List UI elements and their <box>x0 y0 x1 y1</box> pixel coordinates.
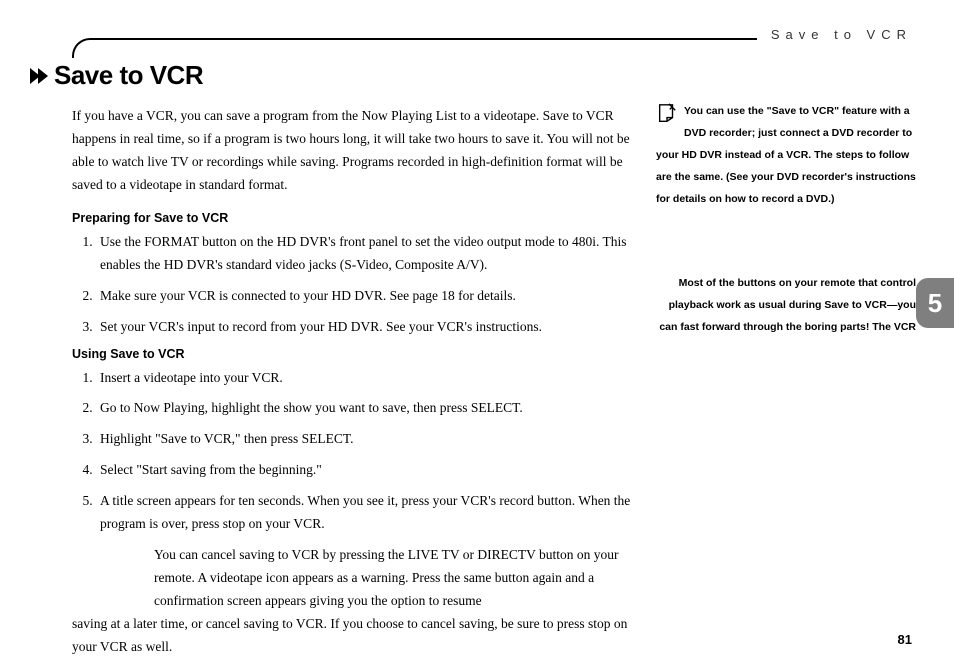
list-item: Highlight "Save to VCR," then press SELE… <box>96 428 632 451</box>
chapter-tab: 5 <box>916 278 954 328</box>
list-item: Make sure your VCR is connected to your … <box>96 285 632 308</box>
fast-forward-icon <box>30 68 46 84</box>
cancel-note-flush: saving at a later time, or cancel saving… <box>72 616 627 654</box>
title-row: Save to VCR <box>30 60 632 91</box>
note-icon <box>656 102 678 124</box>
sidebar-tip-1: You can use the "Save to VCR" feature wi… <box>656 100 916 210</box>
cancel-note: You can cancel saving to VCR by pressing… <box>72 544 632 659</box>
cancel-note-indented: You can cancel saving to VCR by pressing… <box>72 544 632 613</box>
header-rule: Save to VCR <box>72 28 912 58</box>
page-number: 81 <box>898 632 912 647</box>
list-item: Set your VCR's input to record from your… <box>96 316 632 339</box>
list-item: Select "Start saving from the beginning.… <box>96 459 632 482</box>
list-item: Use the FORMAT button on the HD DVR's fr… <box>96 231 632 277</box>
running-header: Save to VCR <box>757 27 912 42</box>
list-item: Insert a videotape into your VCR. <box>96 367 632 390</box>
sidebar-tip-2-text: Most of the buttons on your remote that … <box>659 277 916 333</box>
using-steps: Insert a videotape into your VCR. Go to … <box>72 367 632 537</box>
list-item: Go to Now Playing, highlight the show yo… <box>96 397 632 420</box>
main-column: Save to VCR If you have a VCR, you can s… <box>72 60 632 659</box>
intro-paragraph: If you have a VCR, you can save a progra… <box>72 105 632 197</box>
sidebar-column: You can use the "Save to VCR" feature wi… <box>656 100 916 338</box>
subhead-preparing: Preparing for Save to VCR <box>72 211 632 225</box>
page-title: Save to VCR <box>54 60 203 91</box>
sidebar-tip-2: Most of the buttons on your remote that … <box>656 272 916 338</box>
sidebar-tip-1-text: You can use the "Save to VCR" feature wi… <box>656 105 916 205</box>
preparing-steps: Use the FORMAT button on the HD DVR's fr… <box>72 231 632 339</box>
header-line <box>92 38 757 40</box>
header-curve <box>72 38 92 58</box>
subhead-using: Using Save to VCR <box>72 347 632 361</box>
list-item: A title screen appears for ten seconds. … <box>96 490 632 536</box>
